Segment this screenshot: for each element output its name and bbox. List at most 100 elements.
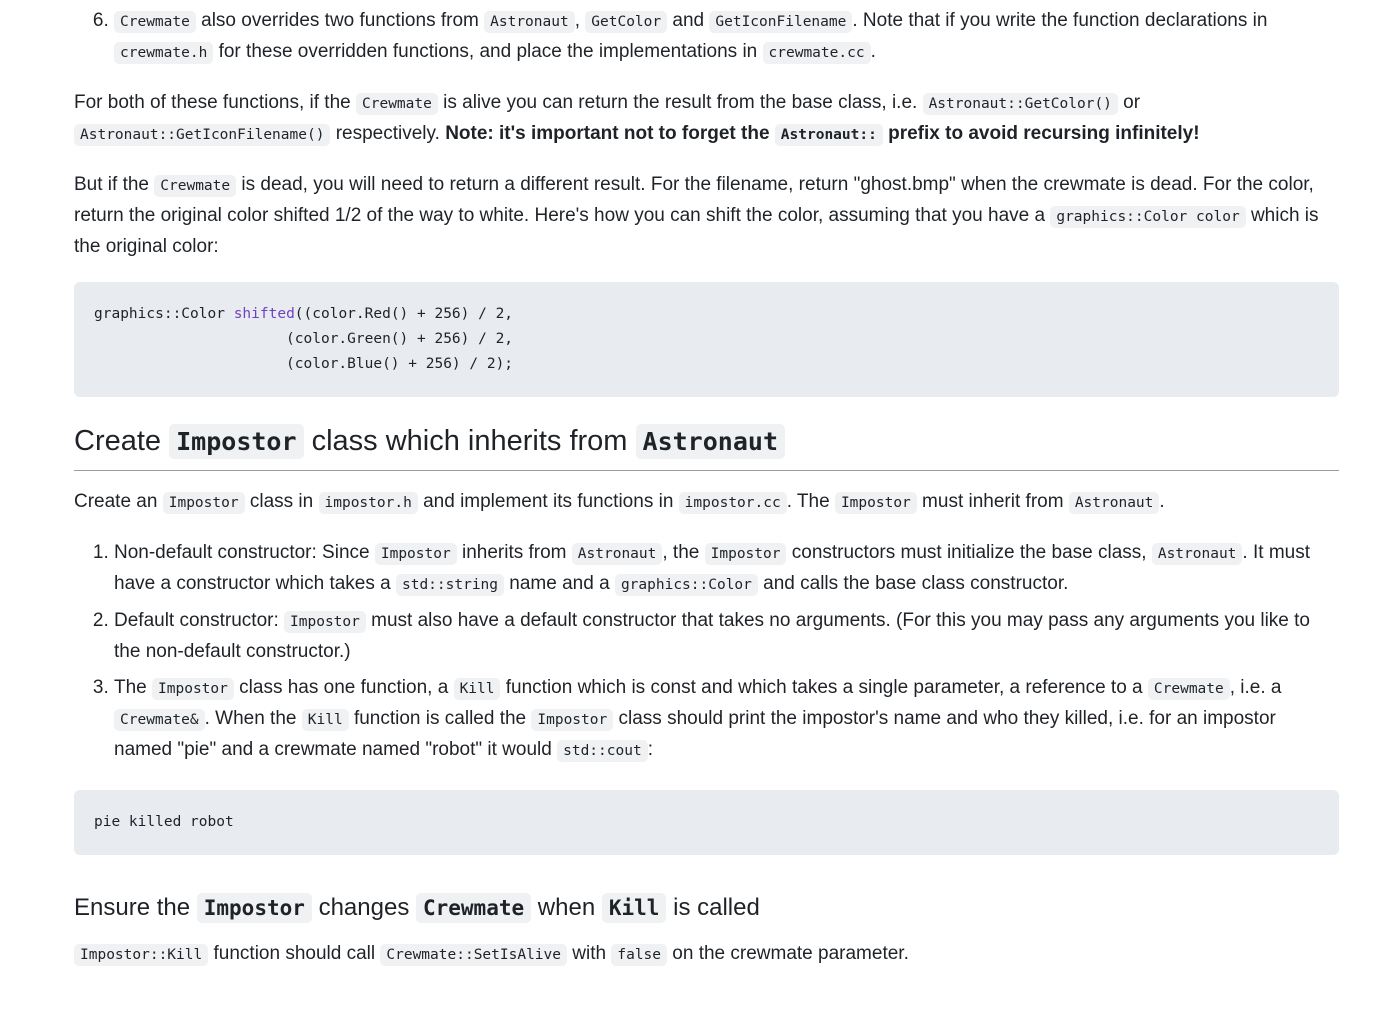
paragraph-dead-crewmate: But if the Crewmate is dead, you will ne… — [74, 170, 1339, 262]
inline-code: false — [611, 944, 668, 966]
text: : — [647, 739, 653, 760]
text: , — [574, 10, 586, 31]
text: Create — [74, 425, 170, 457]
text: and implement its functions in — [417, 491, 679, 512]
text: Non-default constructor: Since — [114, 542, 375, 563]
text: and calls the base class constructor. — [757, 573, 1069, 594]
inline-code: Astronaut — [571, 543, 663, 565]
code-text: ((color.Red() + 256) / 2, — [294, 306, 514, 322]
inline-code: Impostor — [169, 424, 304, 459]
inline-code: Crewmate& — [114, 709, 205, 731]
text: . — [870, 41, 876, 62]
inline-code: Impostor::Kill — [74, 944, 209, 966]
inline-code: GetColor — [585, 11, 668, 33]
code-line: pie killed robot — [94, 814, 234, 830]
impostor-requirements-list: Non-default constructor: Since Impostor … — [74, 538, 1339, 766]
text: on the crewmate parameter. — [667, 943, 909, 964]
inline-code: Impostor — [162, 492, 245, 514]
inline-code: graphics::Color — [614, 574, 758, 596]
text: function which is const and which takes … — [500, 677, 1148, 698]
text: when — [531, 894, 602, 921]
inline-code: Astronaut — [635, 424, 785, 459]
list-item-default-constructor: Default constructor: Impostor must also … — [114, 606, 1339, 667]
text: , the — [662, 542, 705, 563]
text: . The — [786, 491, 835, 512]
text: Ensure the — [74, 894, 197, 921]
inline-code: Kill — [601, 893, 667, 923]
text: . Note that if you write the function de… — [852, 10, 1268, 31]
text: constructors must initialize the base cl… — [786, 542, 1152, 563]
inline-code: Impostor — [531, 709, 614, 731]
inline-code: impostor.cc — [678, 492, 787, 514]
text: prefix to avoid recursing infinitely! — [882, 123, 1200, 144]
inline-code: crewmate.cc — [762, 42, 871, 64]
code-block-shifted-color: graphics::Color shifted((color.Red() + 2… — [74, 282, 1339, 397]
inline-code: Crewmate::SetIsAlive — [380, 944, 567, 966]
inline-code: impostor.h — [318, 492, 418, 514]
inline-code: Crewmate — [415, 893, 532, 923]
text: Note: it's important not to forget the — [445, 123, 775, 144]
list-item-overrides: Crewmate also overrides two functions fr… — [114, 6, 1339, 68]
heading-ensure-kill: Ensure the Impostor changes Crewmate whe… — [74, 891, 1339, 925]
inline-code: Crewmate — [356, 93, 438, 115]
inline-code: Kill — [301, 709, 349, 731]
text: name and a — [504, 573, 615, 594]
inline-code: GetIconFilename — [709, 11, 853, 33]
inline-code: Impostor — [374, 543, 457, 565]
inline-code: std::string — [395, 574, 505, 596]
inline-code: Crewmate — [114, 11, 196, 33]
inline-code: Crewmate — [154, 175, 237, 197]
inline-code: Astronaut::GetIconFilename() — [74, 124, 331, 146]
text: or — [1117, 92, 1141, 113]
text: . When the — [204, 708, 302, 729]
code-line: (color.Blue() + 256) / 2); — [94, 356, 514, 372]
code-function-name: shifted — [233, 306, 295, 322]
text: changes — [311, 894, 416, 921]
inline-code: Crewmate — [1147, 678, 1230, 700]
text: class in — [244, 491, 319, 512]
inline-code: Impostor — [196, 893, 312, 923]
text: for these overridden functions, and plac… — [213, 41, 763, 62]
document-page: Crewmate also overrides two functions fr… — [0, 6, 1396, 970]
overrides-list: Crewmate also overrides two functions fr… — [74, 6, 1339, 68]
text: class which inherits from — [303, 425, 636, 457]
inline-code: Kill — [453, 678, 501, 700]
text: The — [114, 677, 153, 698]
code-block-output: pie killed robot — [74, 790, 1339, 855]
text: and — [667, 10, 710, 31]
text: with — [567, 943, 612, 964]
text: function is called the — [348, 708, 532, 729]
inline-code: Astronaut:: — [774, 124, 883, 146]
text: is alive you can return the result from … — [437, 92, 923, 113]
list-item-non-default-constructor: Non-default constructor: Since Impostor … — [114, 538, 1339, 600]
text: respectively. — [330, 123, 446, 144]
text: For both of these functions, if the — [74, 92, 356, 113]
code-line: (color.Green() + 256) / 2, — [94, 331, 514, 347]
inline-code: Astronaut — [484, 11, 575, 33]
text: function should call — [208, 943, 381, 964]
text: inherits from — [456, 542, 572, 563]
paragraph-set-is-alive: Impostor::Kill function should call Crew… — [74, 939, 1339, 970]
text: must inherit from — [916, 491, 1069, 512]
inline-code: Astronaut — [1151, 543, 1243, 565]
text: class has one function, a — [233, 677, 454, 698]
inline-code: crewmate.h — [114, 42, 214, 64]
text: . — [1159, 491, 1165, 512]
inline-code: Impostor — [152, 678, 234, 700]
text: also overrides two functions from — [195, 10, 485, 31]
inline-code: std::cout — [557, 740, 648, 762]
text: But if the — [74, 174, 155, 195]
inline-code: graphics::Color color — [1050, 206, 1246, 228]
inline-code: Impostor — [284, 611, 366, 633]
code-text: graphics::Color — [94, 306, 234, 322]
text: Create an — [74, 491, 163, 512]
text: is called — [666, 894, 760, 921]
inline-code: Astronaut — [1068, 492, 1160, 514]
inline-code: Impostor — [704, 543, 787, 565]
bold-note: Note: it's important not to forget the A… — [445, 123, 1200, 146]
inline-code: Impostor — [834, 492, 917, 514]
paragraph-base-class: For both of these functions, if the Crew… — [74, 88, 1339, 150]
text: , i.e. a — [1229, 677, 1282, 698]
inline-code: Astronaut::GetColor() — [922, 93, 1118, 115]
heading-create-impostor: Create Impostor class which inherits fro… — [74, 421, 1339, 471]
